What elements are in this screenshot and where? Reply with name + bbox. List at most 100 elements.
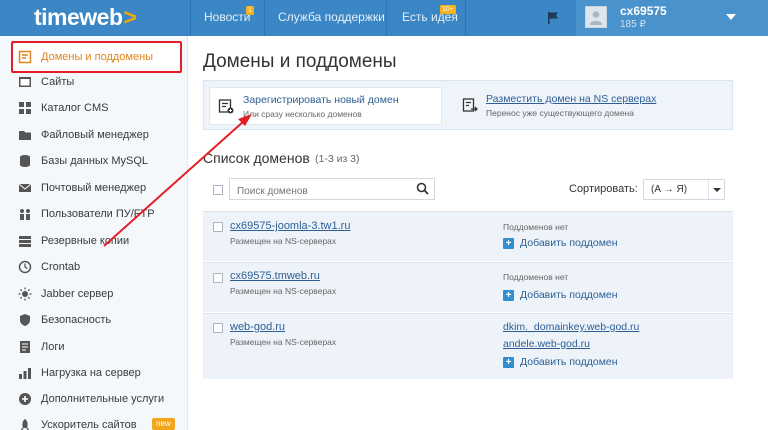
sidebar-item-label: Сайты (41, 76, 75, 88)
sidebar-item-logs[interactable]: Логи (18, 337, 186, 357)
domain-link[interactable]: web-god.ru (230, 321, 285, 333)
add-subdomain-button[interactable]: + Добавить поддомен (503, 289, 618, 301)
sidebar-item-cms[interactable]: Каталог CMS (18, 98, 186, 118)
register-domain-button[interactable]: Зарегистрировать новый домен Или сразу н… (209, 87, 442, 125)
add-subdomain-button[interactable]: + Добавить поддомен (503, 356, 618, 368)
new-badge: new (152, 418, 175, 430)
transfer-domain-title: Разместить домен на NS серверах (486, 93, 657, 105)
register-domain-subtitle: Или сразу несколько доменов (243, 109, 362, 119)
sidebar-item-server-load[interactable]: Нагрузка на сервер (18, 363, 186, 383)
domain-note: Размещен на NS-серверах (230, 337, 337, 347)
news-badge: 1 (246, 6, 254, 15)
logs-icon (20, 341, 30, 353)
nav-divider (264, 0, 265, 36)
row-checkbox[interactable] (213, 222, 223, 232)
nav-news[interactable]: Новости (204, 10, 250, 24)
domain-link[interactable]: cx69575.tmweb.ru (230, 270, 320, 282)
sidebar-item-label: Почтовый менеджер (41, 182, 147, 194)
nav-support[interactable]: Служба поддержки (278, 10, 385, 24)
nav-divider (465, 0, 466, 36)
sidebar-item-mail[interactable]: Почтовый менеджер (18, 178, 186, 198)
sidebar-item-domains[interactable]: Домены и поддомены (18, 47, 186, 67)
user-menu[interactable]: cx69575 185 ₽ (576, 0, 768, 36)
sidebar-item-extra-services[interactable]: Дополнительные услуги (18, 389, 186, 409)
sidebar-item-label: Нагрузка на сервер (41, 367, 141, 379)
row-checkbox[interactable] (213, 273, 223, 283)
database-icon (20, 155, 30, 167)
add-subdomain-label: Добавить поддомен (520, 237, 618, 249)
app-root: timeweb> Новости 1 Служба поддержки Есть… (0, 0, 768, 430)
logo[interactable]: timeweb> (34, 4, 137, 30)
actions-panel: Зарегистрировать новый домен Или сразу н… (203, 80, 733, 130)
logo-text: timeweb (34, 4, 123, 30)
page-title: Домены и поддомены (203, 51, 397, 72)
sidebar-item-label: Домены и поддомены (41, 51, 154, 63)
domain-list-count: (1-3 из 3) (315, 153, 360, 165)
sidebar-item-label: Пользователи ПУ/FTP (41, 208, 155, 220)
nav-support-label: Служба поддержки (278, 10, 385, 24)
nav-divider (386, 0, 387, 36)
sites-icon (19, 77, 31, 87)
table-row: cx69575.tmweb.ru Размещен на NS-серверах… (203, 262, 733, 312)
ideas-badge: 10+ (440, 5, 456, 14)
cms-icon (19, 102, 31, 114)
transfer-domain-icon (462, 98, 478, 112)
register-domain-icon (218, 99, 234, 114)
folder-icon (19, 131, 31, 140)
load-icon (19, 368, 31, 379)
subdomain-link[interactable]: andele.web-god.ru (503, 338, 590, 350)
transfer-domain-subtitle: Перенос уже существующего домена (486, 108, 634, 118)
sidebar-item-ftp-users[interactable]: Пользователи ПУ/FTP (18, 204, 186, 224)
plus-icon: + (503, 356, 514, 368)
sidebar-item-backups[interactable]: Резервные копии (18, 231, 186, 251)
sidebar-item-crontab[interactable]: Crontab (18, 257, 186, 277)
sort-value: (А → Я) (651, 184, 688, 195)
nav-divider (190, 0, 191, 36)
sidebar-item-label: Базы данных MySQL (41, 155, 149, 167)
domain-list-title: Список доменов (203, 150, 310, 166)
search-icon[interactable] (416, 182, 429, 195)
sidebar-item-label: Jabber сервер (41, 288, 114, 300)
subdomain-link[interactable]: dkim._domainkey.web-god.ru (503, 321, 639, 333)
clock-icon (18, 260, 32, 274)
add-subdomain-label: Добавить поддомен (520, 289, 618, 301)
domain-link[interactable]: cx69575-joomla-3.tw1.ru (230, 220, 350, 232)
sidebar-item-mysql[interactable]: Базы данных MySQL (18, 151, 186, 171)
sidebar-item-file-manager[interactable]: Файловый менеджер (18, 125, 186, 145)
row-checkbox[interactable] (213, 323, 223, 333)
sidebar-item-label: Логи (41, 341, 65, 353)
sidebar-item-label: Файловый менеджер (41, 129, 149, 141)
backup-icon (19, 236, 31, 247)
services-icon (19, 393, 31, 405)
mail-icon (18, 183, 32, 192)
select-all-checkbox[interactable] (213, 185, 223, 195)
sidebar-item-security[interactable]: Безопасность (18, 310, 186, 330)
sort-select[interactable]: (А → Я) (643, 179, 725, 200)
sort-label: Сортировать: (569, 183, 638, 195)
transfer-domain-button[interactable]: Разместить домен на NS серверах Перенос … (458, 87, 698, 125)
chevron-down-icon[interactable] (726, 14, 736, 20)
flag-icon[interactable] (546, 11, 560, 25)
table-row: web-god.ru Размещен на NS-серверах dkim.… (203, 313, 733, 379)
user-avatar-icon (589, 11, 603, 25)
chevron-down-icon (708, 180, 724, 199)
subdomains-empty: Поддоменов нет (503, 222, 569, 232)
sidebar-item-label: Дополнительные услуги (41, 393, 165, 405)
search-input[interactable] (229, 178, 435, 200)
sidebar-item-sites[interactable]: Сайты (18, 72, 186, 92)
top-bar: timeweb> Новости 1 Служба поддержки Есть… (0, 0, 768, 36)
sidebar-item-label: Каталог CMS (41, 102, 109, 114)
rocket-icon (20, 419, 30, 430)
table-row: cx69575-joomla-3.tw1.ru Размещен на NS-с… (203, 211, 733, 261)
sidebar-item-label: Резервные копии (41, 235, 130, 247)
register-domain-title: Зарегистрировать новый домен (243, 94, 399, 106)
jabber-icon (18, 287, 32, 301)
sidebar-item-label: Ускоритель сайтов (41, 419, 137, 430)
sidebar-item-label: Crontab (41, 261, 81, 273)
users-icon (20, 209, 30, 220)
domain-note: Размещен на NS-серверах (230, 286, 337, 296)
sidebar-item-jabber[interactable]: Jabber сервер (18, 284, 186, 304)
user-name: cx69575 (620, 4, 667, 18)
add-subdomain-button[interactable]: + Добавить поддомен (503, 237, 618, 249)
shield-icon (20, 314, 30, 326)
